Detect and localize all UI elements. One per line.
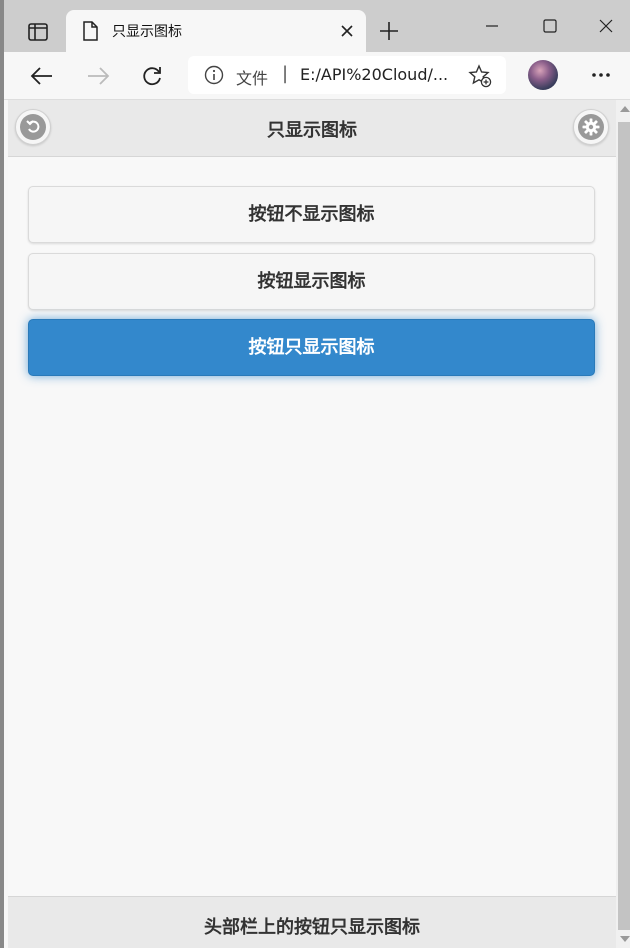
address-url[interactable]: E:/API%20Cloud/...: [300, 65, 448, 84]
header-settings-button[interactable]: [573, 109, 609, 145]
maximize-icon[interactable]: [536, 14, 564, 38]
address-bar[interactable]: 文件 | E:/API%20Cloud/...: [188, 56, 506, 94]
add-favorite-icon[interactable]: [468, 64, 492, 88]
gear-icon: [578, 114, 604, 140]
tab-title: 只显示图标: [112, 24, 182, 40]
button-with-icon[interactable]: 按钮显示图标: [28, 253, 595, 310]
button-no-icon[interactable]: 按钮不显示图标: [28, 186, 595, 243]
footer-text: 头部栏上的按钮只显示图标: [204, 917, 420, 938]
address-separator: |: [282, 63, 289, 84]
browser-window: 只显示图标 文件 | E:/API%20Cloud/... 只显示图标 按钮不显…: [0, 0, 630, 948]
profile-avatar[interactable]: [528, 60, 558, 90]
close-tab-icon[interactable]: [336, 20, 358, 42]
forward-icon: [82, 60, 114, 92]
refresh-icon[interactable]: [136, 60, 168, 92]
page-header: 只显示图标: [8, 100, 616, 157]
scrollbar-thumb[interactable]: [618, 122, 630, 930]
page-title: 只显示图标: [267, 120, 357, 141]
window-close-icon[interactable]: [592, 14, 620, 38]
scroll-down-icon[interactable]: [620, 936, 630, 942]
new-tab-icon[interactable]: [376, 18, 402, 44]
page-content: 只显示图标 按钮不显示图标 按钮显示图标 按钮只显示图标 头部栏上的按钮只显示图…: [8, 100, 616, 948]
scroll-up-icon[interactable]: [620, 106, 630, 112]
button-icon-only[interactable]: 按钮只显示图标: [28, 319, 595, 376]
page-icon: [82, 21, 98, 45]
minimize-icon[interactable]: [478, 14, 506, 38]
more-options-icon[interactable]: [588, 62, 614, 88]
active-tab[interactable]: 只显示图标: [66, 10, 366, 52]
info-icon[interactable]: [204, 65, 224, 85]
tab-strip: 只显示图标: [4, 0, 630, 52]
address-scheme-label: 文件: [236, 69, 269, 88]
tab-actions-icon[interactable]: [22, 16, 54, 48]
address-toolbar: 文件 | E:/API%20Cloud/...: [4, 52, 630, 100]
scrollbar[interactable]: [616, 100, 630, 948]
page-footer: 头部栏上的按钮只显示图标: [8, 896, 616, 948]
back-icon[interactable]: [26, 60, 58, 92]
